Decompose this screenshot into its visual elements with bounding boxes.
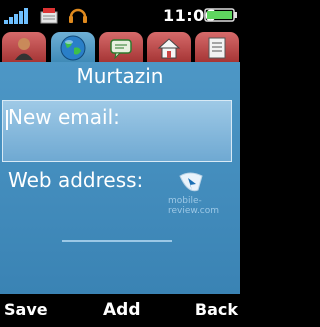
watermark: mobile-review.com — [168, 196, 220, 216]
input-underline — [62, 240, 172, 242]
globe-icon — [60, 35, 86, 61]
home-icon — [157, 38, 181, 59]
tab-contact[interactable] — [2, 32, 46, 64]
battery-icon — [204, 8, 237, 22]
tab-notes[interactable] — [195, 32, 239, 64]
tab-home[interactable] — [147, 32, 191, 64]
message-icon — [40, 8, 58, 24]
save-button[interactable]: Save — [4, 300, 48, 319]
headset-icon — [69, 8, 87, 23]
tab-internet[interactable] — [51, 32, 95, 64]
contact-person-icon — [15, 38, 33, 60]
add-button[interactable]: Add — [103, 300, 141, 320]
tab-messages[interactable] — [99, 32, 143, 64]
signal-strength-icon — [4, 8, 28, 24]
chat-bubble-icon — [110, 39, 132, 59]
status-bar: 11:06 — [0, 0, 240, 30]
web-address-label[interactable]: Web address: — [8, 168, 143, 192]
tab-bar — [0, 30, 240, 64]
phone-screen: 11:06 Murtazin New email: Web address: m… — [0, 0, 240, 327]
web-link-icon — [179, 172, 203, 192]
softkey-bar: Save Add Back — [0, 294, 240, 327]
back-button[interactable]: Back — [195, 300, 238, 319]
document-icon — [208, 37, 226, 59]
page-title: Murtazin — [76, 64, 164, 88]
new-email-label: New email: — [8, 105, 120, 129]
